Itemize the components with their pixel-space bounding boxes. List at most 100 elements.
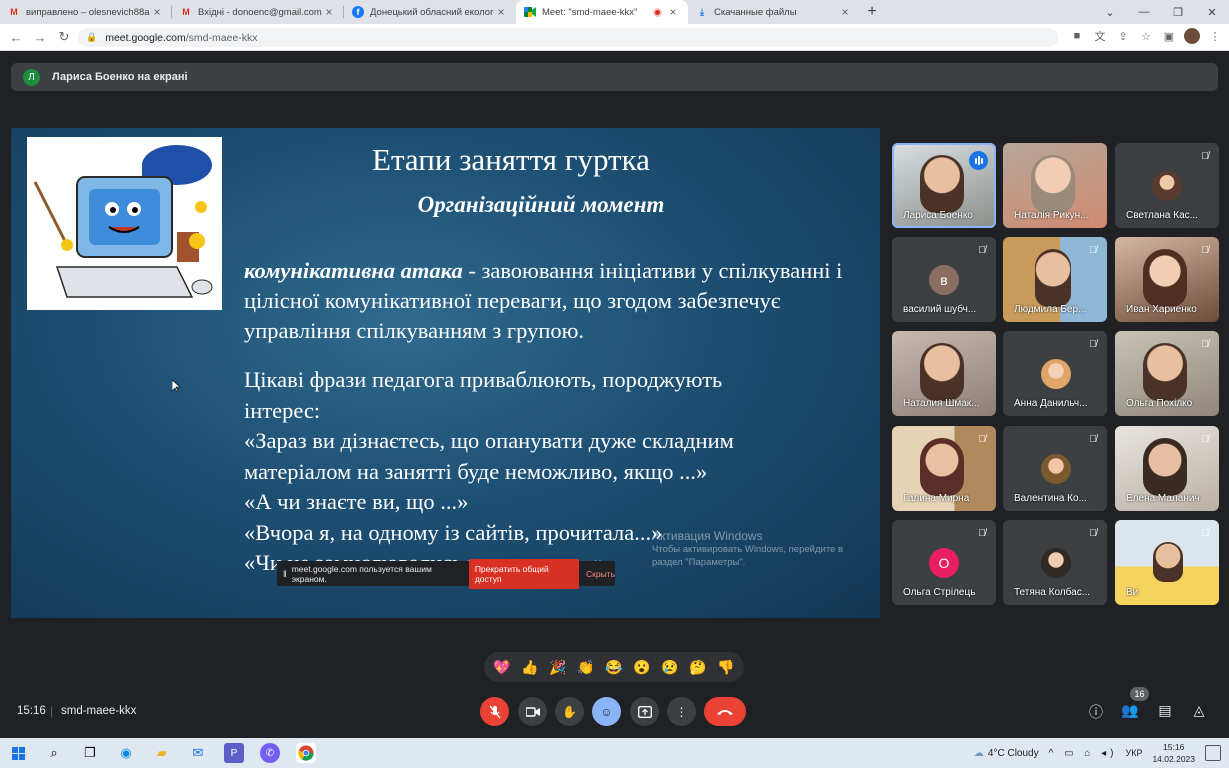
participant-tile[interactable]: 🎙̸ в василий шубч... (892, 237, 996, 322)
hang-up-icon (717, 709, 733, 715)
reaction-clap-button[interactable]: 👏 (577, 659, 594, 676)
participant-tile[interactable]: 🎙̸ Светлана Кас... (1115, 143, 1219, 228)
tab-meet[interactable]: Meet: "smd-maee-kkx" × (516, 0, 688, 24)
speaking-indicator-icon (969, 151, 988, 170)
reload-icon[interactable]: ↻ (52, 29, 76, 45)
mic-off-icon: 🎙̸ (1201, 151, 1209, 162)
windows-start-icon[interactable] (8, 743, 28, 763)
minimize-button[interactable]: — (1127, 0, 1161, 24)
more-options-button[interactable]: ⋮ (667, 697, 696, 726)
present-button[interactable] (630, 697, 659, 726)
shared-screen: Етапи заняття гуртка Організаційний моме… (11, 128, 880, 618)
mic-toggle-button[interactable] (480, 697, 509, 726)
activities-icon[interactable]: ◬ (1190, 702, 1208, 720)
restore-button[interactable]: ❐ (1161, 0, 1195, 24)
close-icon[interactable]: × (494, 5, 508, 19)
file-explorer-icon[interactable]: ▰ (152, 743, 172, 763)
screen-share-notice: ‖ meet.google.com пользуется вашим экран… (277, 558, 615, 589)
profile-avatar[interactable] (1184, 28, 1200, 44)
participant-tile[interactable]: 🎙̸ Людмила Бер... (1003, 237, 1107, 322)
reaction-surprised-button[interactable]: 😮 (633, 659, 650, 676)
chrome-icon[interactable] (296, 743, 316, 763)
raise-hand-button[interactable]: ✋ (555, 697, 584, 726)
slide-line: матеріалом на занятті буде неможливо, як… (244, 458, 708, 484)
participant-tile[interactable]: 🎙̸ Иван Хариенко (1115, 237, 1219, 322)
close-icon[interactable]: × (322, 5, 336, 19)
edge-icon[interactable]: ◉ (116, 743, 136, 763)
mic-off-icon: 🎙̸ (1201, 528, 1209, 539)
reaction-thinking-button[interactable]: 🤔 (689, 659, 706, 676)
taskbar-clock[interactable]: 15:16 14.02.2023 (1152, 741, 1195, 765)
reaction-heart-button[interactable]: 💖 (493, 659, 510, 676)
tab-downloads[interactable]: ⤓ Скачанные файлы × (688, 0, 860, 24)
leave-call-button[interactable] (704, 697, 746, 726)
tab-gmail-2[interactable]: M Вхідні - donoenc@gmail.com - G × (172, 0, 344, 24)
slide-paragraph-1: комунікативна атака - завоювання ініціат… (244, 256, 854, 346)
mouse-cursor-icon (172, 380, 180, 392)
participant-name: Людмила Бер... (1014, 304, 1087, 315)
meet-icon (524, 6, 536, 18)
chat-icon[interactable]: ▤ (1156, 702, 1174, 720)
task-view-icon[interactable]: ❐ (80, 743, 100, 763)
participant-tile[interactable]: 🎙̸ Анна Данильч... (1003, 331, 1107, 416)
reaction-sad-button[interactable]: 😢 (661, 659, 678, 676)
meeting-details-icon[interactable]: ⓘ (1087, 702, 1105, 720)
reactions-button[interactable]: ☺ (592, 697, 621, 726)
publisher-icon[interactable]: P (224, 743, 244, 763)
notifications-icon[interactable] (1205, 745, 1221, 761)
viber-icon[interactable]: ✆ (260, 743, 280, 763)
reaction-thumbs-up-button[interactable]: 👍 (521, 659, 538, 676)
slide-line: Цікаві фрази педагога приваблюють, пород… (244, 367, 723, 392)
tray-icons[interactable]: ^ ▭ ⌂ ◂) (1049, 748, 1118, 759)
participant-tile[interactable]: Наталія Рикун... (1003, 143, 1107, 228)
windows-taskbar: ⌕ ❐ ◉ ▰ ✉ P ✆ ☁ 4°C Cloudy ^ ▭ ⌂ ◂) УКР … (0, 738, 1229, 768)
back-icon[interactable]: ← (4, 30, 28, 45)
participant-tile[interactable]: 🎙̸ О Ольга Стрілець (892, 520, 996, 605)
sidebar-icon[interactable]: ▣ (1161, 30, 1177, 43)
people-icon[interactable]: 👥 (1121, 702, 1139, 720)
participant-tile[interactable]: Наталия Шмак... (892, 331, 996, 416)
close-window-button[interactable]: ✕ (1195, 0, 1229, 24)
search-icon[interactable]: ⌕ (44, 743, 64, 763)
menu-icon[interactable]: ⋮ (1207, 30, 1223, 43)
tab-search-icon[interactable]: ⌄ (1093, 0, 1127, 24)
tab-facebook[interactable]: f Донецький обласний еколого- × (344, 0, 516, 24)
hide-notice-button[interactable]: Скрыть (586, 569, 615, 579)
forward-icon[interactable]: → (28, 30, 52, 45)
taskbar-date: 14.02.2023 (1152, 754, 1195, 764)
participant-tile[interactable]: 🎙̸ Валентина Ко... (1003, 426, 1107, 511)
camera-icon[interactable]: ■ (1069, 30, 1085, 42)
participant-tile[interactable]: 🎙̸ Галина Мирна (892, 426, 996, 511)
participant-tile[interactable]: Лариса Боенко (892, 143, 996, 228)
reaction-thumbs-down-button[interactable]: 👎 (717, 659, 734, 676)
close-icon[interactable]: × (838, 5, 852, 19)
watermark-line: Чтобы активировать Windows, перейдите в (652, 544, 844, 555)
participant-video (920, 155, 964, 213)
url-path: /smd-maee-kkx (185, 31, 258, 44)
mail-icon[interactable]: ✉ (188, 743, 208, 763)
translate-icon[interactable]: 文 (1092, 28, 1108, 44)
emoji-icon: ☺ (600, 704, 613, 719)
participant-tile[interactable]: 🎙̸ Ольга Похілко (1115, 331, 1219, 416)
presenter-text: Лариса Боенко на екрані (52, 71, 188, 83)
camera-toggle-button[interactable] (518, 697, 547, 726)
share-icon[interactable]: ⇪ (1115, 30, 1131, 43)
download-icon: ⤓ (700, 6, 704, 17)
address-bar[interactable]: 🔒 meet.google.com/smd-maee-kkx (78, 28, 1058, 47)
weather-text[interactable]: 4°C Cloudy (988, 748, 1039, 759)
drag-handle-icon[interactable]: ‖ (283, 569, 287, 579)
new-tab-button[interactable]: + (860, 0, 884, 24)
bookmark-star-icon[interactable]: ☆ (1138, 30, 1154, 43)
participant-tile[interactable]: 🎙̸ Елена Маланич (1115, 426, 1219, 511)
reaction-party-button[interactable]: 🎉 (549, 659, 566, 676)
input-language[interactable]: УКР (1125, 748, 1142, 758)
participant-video (1143, 249, 1187, 307)
participant-tile[interactable]: 🎙̸ Тетяна Колбас... (1003, 520, 1107, 605)
participant-tile[interactable]: 🎙̸ Ви (1115, 520, 1219, 605)
reaction-laugh-button[interactable]: 😂 (605, 659, 622, 676)
tab-gmail-1[interactable]: M виправлено – olesnevich88a@g × (0, 0, 172, 24)
close-icon[interactable]: × (666, 5, 680, 19)
facebook-icon: f (352, 6, 364, 18)
close-icon[interactable]: × (150, 5, 164, 19)
stop-sharing-button[interactable]: Прекратить общий доступ (468, 558, 579, 589)
